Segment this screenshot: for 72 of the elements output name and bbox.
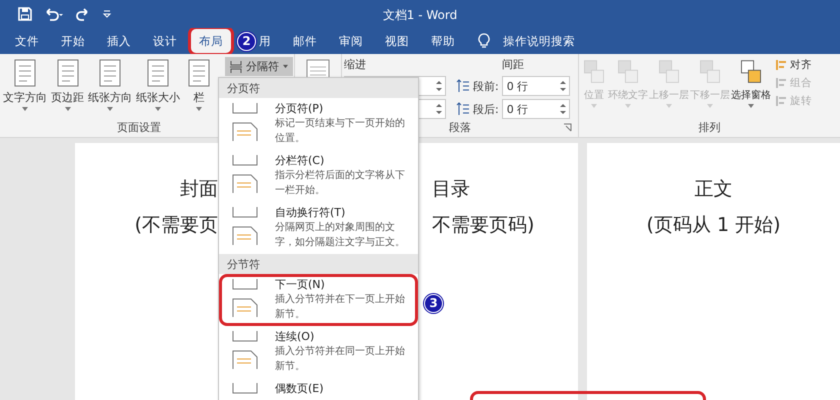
page-break-icon: [229, 60, 243, 74]
tell-me-search[interactable]: 操作说明搜索: [494, 28, 584, 54]
spacing-field[interactable]: 0 行: [502, 99, 570, 119]
spacing-field[interactable]: 0 行: [502, 76, 570, 96]
caret-icon: [624, 103, 632, 109]
spacing-label: 段前:: [473, 78, 499, 94]
dialog-launcher-icon[interactable]: [563, 123, 572, 132]
ribbon-tab[interactable]: 帮助: [422, 28, 464, 54]
group-label: 段落: [449, 120, 471, 135]
menu-item[interactable]: 偶数页(E): [219, 378, 418, 400]
align-icon: [775, 59, 787, 71]
align-icon: [775, 77, 787, 89]
line-spacing-icon: [456, 102, 470, 116]
caret-icon: [747, 103, 755, 109]
step-badge: 3: [424, 294, 443, 313]
caret-icon: [706, 103, 714, 109]
spacing-label: 间距: [500, 57, 525, 73]
breaks-button[interactable]: 分隔符: [225, 57, 293, 76]
page-subheading: (不需要页: [134, 213, 218, 238]
ribbon-tab[interactable]: 视图: [376, 28, 418, 54]
ribbon-button[interactable]: 选择窗格: [731, 57, 771, 120]
ribbon-button[interactable]: 对齐: [774, 57, 813, 73]
ribbon-tab[interactable]: 设计: [144, 28, 186, 54]
menu-item[interactable]: 下一页(N) 插入分节符并在下一页上开始新节。: [219, 274, 418, 326]
page-heading: 目录: [432, 177, 470, 202]
lightbulb-icon: [478, 33, 490, 49]
undo-icon[interactable]: [44, 7, 64, 21]
menu-item[interactable]: 自动换行符(T) 分隔网页上的对象周围的文字，如分隔题注文字与正文。: [219, 202, 418, 254]
spinner-icon[interactable]: [560, 103, 566, 115]
ribbon-tab[interactable]: 文件: [6, 28, 48, 54]
caret-icon: [106, 106, 114, 112]
ribbon-button[interactable]: 文字方向: [2, 57, 48, 120]
spinner-icon[interactable]: [436, 80, 442, 92]
caret-icon: [665, 103, 673, 109]
align-icon: [775, 95, 787, 107]
caret-icon: [64, 106, 72, 112]
group-label: 页面设置: [116, 120, 162, 135]
menu-item[interactable]: 分页符(P) 标记一页结束与下一页开始的位置。: [219, 98, 418, 150]
save-icon[interactable]: [18, 7, 32, 21]
page-subheading: 不需要页码): [432, 213, 534, 238]
caret-icon: [154, 106, 162, 112]
line-spacing-icon: [456, 79, 470, 93]
page-subheading: (页码从 1 开始): [646, 213, 780, 238]
page-heading: 正文: [694, 177, 732, 202]
caret-icon: [21, 106, 29, 112]
menu-section-header: 分页符: [219, 78, 418, 98]
ribbon-tab[interactable]: 布局: [190, 28, 232, 54]
caret-icon: [590, 103, 598, 109]
ribbon-button[interactable]: 栏: [183, 57, 215, 120]
group-label: 排列: [698, 120, 722, 135]
page-heading: 封面: [180, 177, 218, 202]
spinner-icon[interactable]: [560, 80, 566, 92]
indent-label: 缩进: [344, 57, 367, 73]
spinner-icon[interactable]: [436, 103, 442, 115]
caret-icon: [282, 64, 289, 69]
ribbon-tab[interactable]: 邮件: [284, 28, 326, 54]
ribbon-button[interactable]: 纸张方向: [87, 57, 133, 120]
ribbon-tab[interactable]: 审阅: [330, 28, 372, 54]
ribbon-tab[interactable]: 用: [257, 28, 280, 54]
menu-item[interactable]: 分栏符(C) 指示分栏符后面的文字将从下一栏开始。: [219, 150, 418, 202]
menu-section-header: 分节符: [219, 254, 418, 274]
customize-caret-icon[interactable]: [102, 9, 112, 19]
ribbon-tab[interactable]: 开始: [52, 28, 94, 54]
ribbon-button[interactable]: 页边距: [50, 57, 85, 120]
caret-icon: [195, 106, 203, 112]
step-badge: 2: [237, 32, 256, 50]
ribbon-button[interactable]: 纸张大小: [135, 57, 181, 120]
ribbon-tab[interactable]: 插入: [98, 28, 140, 54]
spacing-label: 段后:: [473, 102, 499, 116]
window-title: 文档1 - Word: [382, 7, 458, 24]
redo-icon[interactable]: [76, 7, 90, 21]
menu-item[interactable]: 连续(O) 插入分节符并在同一页上开始新节。: [219, 326, 418, 378]
